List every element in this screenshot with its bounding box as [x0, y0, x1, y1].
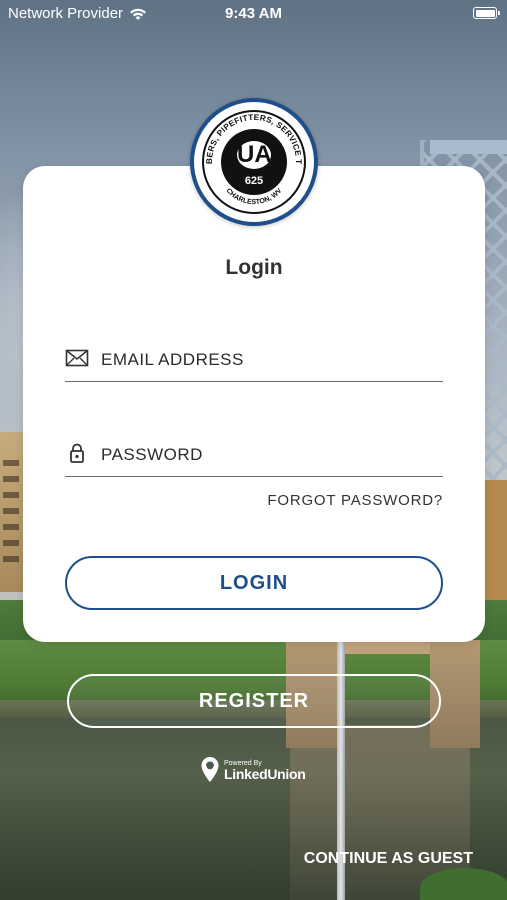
email-field [65, 341, 443, 382]
powered-brand: LinkedUnion [224, 765, 306, 782]
building [0, 432, 24, 592]
logo-number: 625 [244, 175, 264, 187]
status-time: 9:43 AM [225, 5, 282, 22]
logo-monogram: UA [237, 141, 272, 169]
union-logo: PLUMBERS, PIPEFITTERS, SERVICE TECHS CHA… [190, 98, 318, 226]
email-input[interactable] [101, 341, 441, 379]
continue-as-guest-link[interactable]: CONTINUE AS GUEST [304, 850, 473, 868]
battery-icon [473, 7, 500, 19]
password-input[interactable] [101, 436, 441, 474]
bridge-beam [430, 140, 507, 154]
register-button[interactable]: REGISTER [67, 674, 441, 728]
bush [420, 868, 507, 900]
envelope-icon [65, 349, 89, 367]
forgot-password-link[interactable]: FORGOT PASSWORD? [267, 492, 443, 509]
login-button[interactable]: LOGIN [65, 556, 443, 610]
powered-text: Powered By LinkedUnion [224, 760, 306, 782]
logo-center: UA 625 [221, 129, 287, 195]
password-field [65, 436, 443, 477]
login-card: Login FORGOT PASSWORD? LOGIN [23, 166, 485, 642]
location-pin-icon [201, 757, 219, 782]
bridge-deck [485, 480, 507, 610]
status-bar: Network Provider 9:43 AM [0, 0, 507, 28]
lock-icon [70, 443, 84, 463]
powered-by-badge: Powered By LinkedUnion [200, 756, 306, 784]
login-title: Login [225, 256, 283, 279]
